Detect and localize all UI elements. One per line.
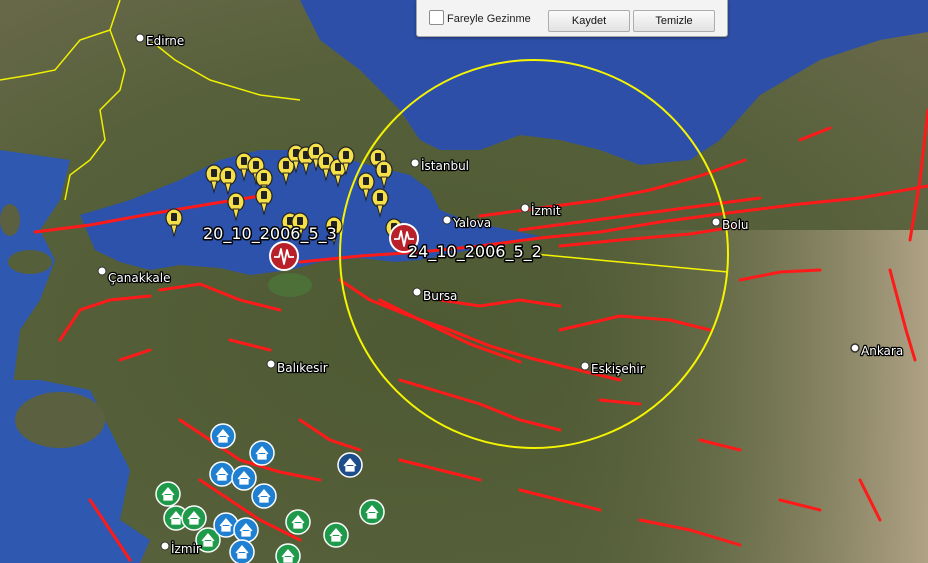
mouse-navigation-label[interactable]: Fareyle Gezinme xyxy=(447,13,531,25)
city-dot-icon[interactable] xyxy=(266,359,276,369)
save-button[interactable]: Kaydet xyxy=(548,10,630,32)
city-dot-icon[interactable] xyxy=(580,361,590,371)
city-dot-icon[interactable] xyxy=(135,33,145,43)
city-dot-icon[interactable] xyxy=(412,287,422,297)
city-label: Çanakkale xyxy=(108,271,170,285)
city-label: Yalova xyxy=(452,216,491,230)
house-icon[interactable] xyxy=(323,522,349,548)
house-icon[interactable] xyxy=(275,543,301,563)
toolbar-panel: Fareyle Gezinme Kaydet Temizle xyxy=(416,0,728,37)
house-icon[interactable] xyxy=(359,499,385,525)
house-icon[interactable] xyxy=(209,461,235,487)
house-icon[interactable] xyxy=(285,509,311,535)
city-label: Eskişehir xyxy=(591,362,645,376)
house-icon[interactable] xyxy=(251,483,277,509)
city-dot-icon[interactable] xyxy=(410,158,420,168)
house-icon[interactable] xyxy=(337,452,363,478)
house-icon[interactable] xyxy=(233,517,259,543)
city-label: Bursa xyxy=(423,289,457,303)
city-label: Edirne xyxy=(146,34,184,48)
city-dot-icon[interactable] xyxy=(442,215,452,225)
house-icon[interactable] xyxy=(229,539,255,563)
house-icon[interactable] xyxy=(155,481,181,507)
city-label: İzmit xyxy=(531,203,561,218)
city-dot-icon[interactable] xyxy=(711,217,721,227)
city-label: İzmir xyxy=(171,541,201,556)
city-label: Bolu xyxy=(722,218,749,232)
house-icon[interactable] xyxy=(249,440,275,466)
city-label: Balıkesir xyxy=(277,361,328,375)
seismograph-icon[interactable] xyxy=(269,241,299,271)
city-dot-icon[interactable] xyxy=(520,203,530,213)
mouse-navigation-checkbox[interactable] xyxy=(429,10,444,25)
city-dot-icon[interactable] xyxy=(160,541,170,551)
city-label: İstanbul xyxy=(421,158,469,173)
map-view[interactable]: 20_10_2006_5_3 24_10_2006_5_2 Edirne İst… xyxy=(0,0,928,563)
island-marmara xyxy=(8,250,52,274)
house-icon[interactable] xyxy=(231,465,257,491)
city-dot-icon[interactable] xyxy=(850,343,860,353)
city-eskisehir[interactable]: Eskişehir xyxy=(580,361,646,377)
house-icon[interactable] xyxy=(210,423,236,449)
island-lesbos xyxy=(15,392,105,448)
clear-button[interactable]: Temizle xyxy=(633,10,715,32)
city-label: Ankara xyxy=(861,344,903,358)
city-balikesir[interactable]: Balıkesir xyxy=(266,359,329,376)
island-west xyxy=(0,204,20,236)
lake xyxy=(268,273,312,297)
city-dot-icon[interactable] xyxy=(97,266,107,276)
earthquake-label: 20_10_2006_5_3 xyxy=(203,224,337,244)
earthquake-label: 24_10_2006_5_2 xyxy=(408,242,542,262)
house-icon[interactable] xyxy=(181,505,207,531)
